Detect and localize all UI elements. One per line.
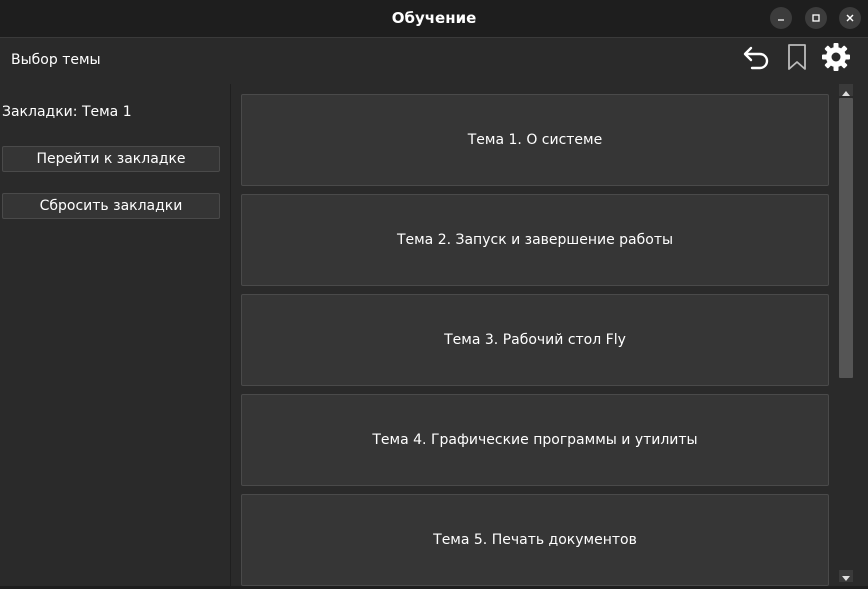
bookmark-button[interactable] — [781, 43, 813, 75]
maximize-button[interactable] — [805, 7, 827, 29]
triangle-down-icon — [842, 567, 850, 586]
maximize-icon — [811, 13, 821, 23]
window-edge — [855, 84, 868, 589]
scroll-down-button[interactable] — [839, 570, 853, 582]
topic-item-4[interactable]: Тема 4. Графические программы и утилиты — [241, 394, 829, 486]
vertical-scrollbar[interactable] — [837, 84, 855, 586]
topic-item-5[interactable]: Тема 5. Печать документов — [241, 494, 829, 586]
settings-button[interactable] — [820, 43, 852, 75]
header-toolbar: Выбор темы — [0, 37, 868, 84]
gear-icon — [821, 42, 851, 76]
bookmark-icon — [786, 43, 808, 75]
bookmark-panel: Закладки: Тема 1 Перейти к закладке Сбро… — [0, 84, 231, 589]
back-button[interactable] — [741, 43, 773, 75]
triangle-up-icon — [842, 81, 850, 100]
topic-item-1[interactable]: Тема 1. О системе — [241, 94, 829, 186]
reset-bookmarks-button[interactable]: Сбросить закладки — [2, 193, 220, 219]
goto-bookmark-button[interactable]: Перейти к закладке — [2, 146, 220, 172]
app-window: Обучение Выбор темы Закладки: Тема 1 Пер… — [0, 0, 868, 589]
scroll-thumb[interactable] — [839, 98, 853, 378]
title-bar: Обучение — [0, 0, 868, 37]
close-icon — [845, 13, 855, 23]
bookmark-label: Закладки: Тема 1 — [2, 104, 132, 120]
scroll-up-button[interactable] — [839, 84, 853, 96]
section-title: Выбор темы — [11, 52, 101, 68]
minimize-button[interactable] — [770, 7, 792, 29]
back-arrow-icon — [742, 44, 772, 74]
topic-list: Тема 1. О системе Тема 2. Запуск и завер… — [231, 84, 837, 589]
topic-item-2[interactable]: Тема 2. Запуск и завершение работы — [241, 194, 829, 286]
close-button[interactable] — [839, 7, 861, 29]
topic-item-3[interactable]: Тема 3. Рабочий стол Fly — [241, 294, 829, 386]
minimize-icon — [776, 13, 786, 23]
window-title: Обучение — [391, 9, 477, 27]
